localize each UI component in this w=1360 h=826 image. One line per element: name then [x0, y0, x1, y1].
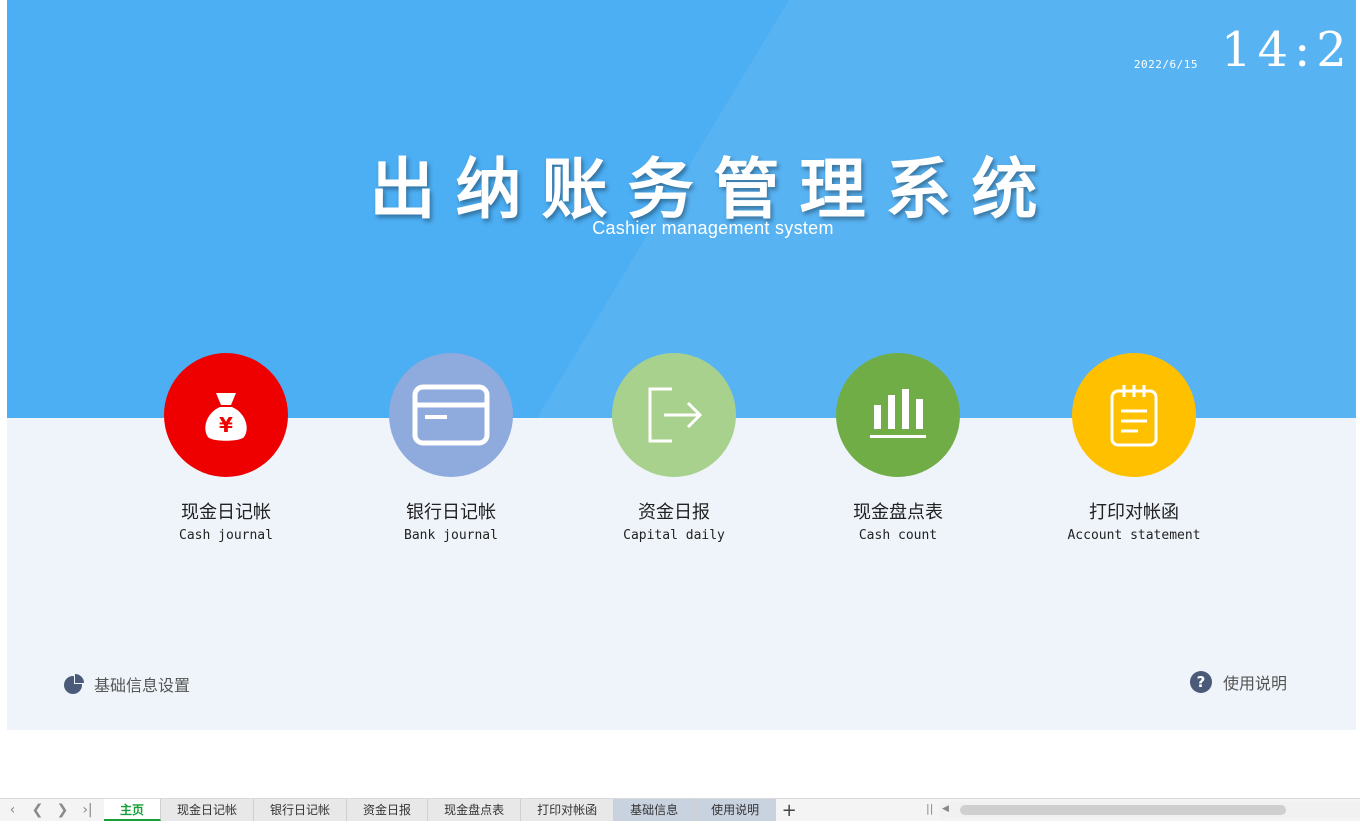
- notepad-icon: [1110, 385, 1158, 447]
- tab-bank-journal[interactable]: 银行日记帐: [254, 799, 348, 821]
- basic-settings-label: 基础信息设置: [94, 676, 191, 695]
- tab-home[interactable]: 主页: [104, 799, 162, 821]
- tile-label-en: Account statement: [1067, 528, 1201, 543]
- tile-label-cn: 现金盘点表: [853, 502, 943, 523]
- tile-bank-journal[interactable]: 银行日记帐 Bank journal: [351, 353, 551, 544]
- tile-label-en: Bank journal: [404, 528, 498, 543]
- export-icon: [648, 387, 703, 443]
- sheet-nav-buttons: ‹ ❮ ❯ ›|: [0, 799, 104, 821]
- pie-chart-icon: [64, 674, 84, 694]
- help-label: 使用说明: [1223, 674, 1288, 693]
- tile-label-en: Capital daily: [623, 528, 725, 543]
- basic-settings-link[interactable]: 基础信息设置: [62, 672, 190, 696]
- tab-cash-count[interactable]: 现金盘点表: [428, 799, 522, 821]
- svg-text:?: ?: [1197, 673, 1206, 691]
- tab-cash-journal[interactable]: 现金日记帐: [161, 799, 255, 821]
- sheet-tab-bar: ‹ ❮ ❯ ›| 主页 现金日记帐 银行日记帐 资金日报 现金盘点表 打印对帐函…: [0, 798, 1360, 821]
- svg-text:¥: ¥: [219, 413, 233, 437]
- split-handle-icon[interactable]: ||: [926, 802, 933, 815]
- tab-instructions[interactable]: 使用说明: [695, 799, 777, 821]
- last-sheet-icon[interactable]: ›|: [75, 799, 100, 821]
- tile-icon-circle[interactable]: [612, 353, 736, 477]
- help-link[interactable]: ? 使用说明: [1189, 670, 1287, 694]
- bar-chart-icon: [870, 389, 926, 438]
- scrollbar-thumb[interactable]: [960, 805, 1286, 815]
- tile-label-cn: 打印对帐函: [1089, 502, 1179, 523]
- tab-basic-info[interactable]: 基础信息: [614, 799, 696, 821]
- tile-cash-journal[interactable]: ¥ 现金日记帐 Cash journal: [126, 353, 326, 544]
- tile-label-cn: 现金日记帐: [181, 502, 271, 523]
- tab-account-statement[interactable]: 打印对帐函: [521, 799, 615, 821]
- tab-capital-daily[interactable]: 资金日报: [347, 799, 429, 821]
- tile-icon-circle[interactable]: ¥: [164, 353, 288, 477]
- tile-label-cn: 银行日记帐: [406, 502, 496, 523]
- tile-label-en: Cash count: [858, 528, 938, 543]
- money-bag-icon: ¥: [205, 393, 247, 441]
- date-display: 2022/6/15: [1133, 58, 1198, 71]
- tile-cash-count[interactable]: 现金盘点表 Cash count: [798, 353, 998, 544]
- next-sheet-icon[interactable]: ❯: [50, 799, 75, 821]
- page-subtitle: Cashier management system: [592, 218, 834, 238]
- tile-icon-circle[interactable]: [389, 353, 513, 477]
- clock-display: 14:2: [1221, 22, 1353, 78]
- dashboard-panel: 2022/6/15 14:2 出纳账务管理系统 Cashier manageme…: [7, 0, 1356, 730]
- add-sheet-button[interactable]: +: [778, 799, 800, 821]
- tile-account-statement[interactable]: 打印对帐函 Account statement: [1034, 353, 1234, 544]
- help-icon: ?: [1190, 671, 1212, 693]
- tile-label-en: Cash journal: [179, 528, 273, 543]
- tile-capital-daily[interactable]: 资金日报 Capital daily: [574, 353, 774, 544]
- first-sheet-icon[interactable]: ‹: [0, 799, 25, 821]
- bank-card-icon: [412, 384, 490, 446]
- tile-icon-circle[interactable]: [1072, 353, 1196, 477]
- horizontal-scrollbar[interactable]: ◀: [940, 802, 1360, 818]
- tile-icon-circle[interactable]: [836, 353, 960, 477]
- scroll-left-icon[interactable]: ◀: [942, 804, 949, 814]
- prev-sheet-icon[interactable]: ❮: [25, 799, 50, 821]
- tile-label-cn: 资金日报: [638, 502, 710, 523]
